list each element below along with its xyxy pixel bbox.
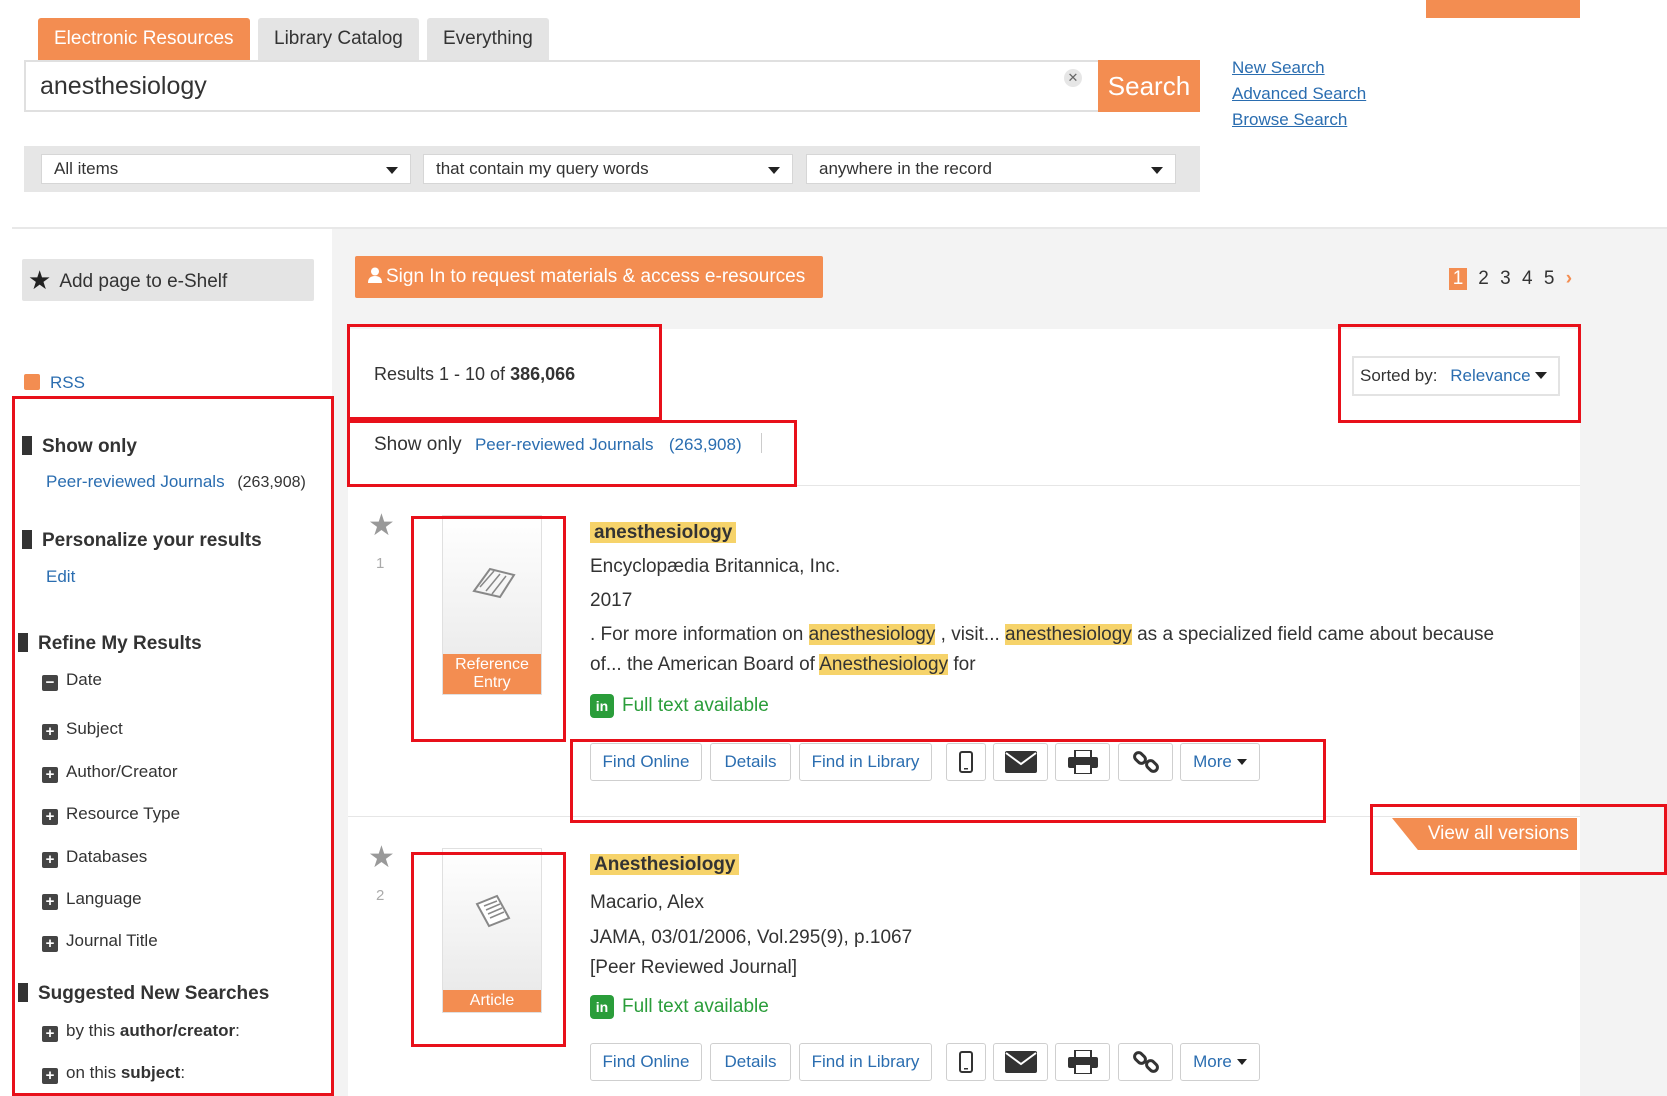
annotation-box-thumbnail-1 [411,516,566,742]
annotation-box-sidebar [12,396,334,1096]
result-title[interactable]: anesthesiology [590,522,737,544]
tab-everything[interactable]: Everything [427,18,549,60]
snippet-highlight: Anesthesiology [819,654,949,675]
result-title[interactable]: Anesthesiology [590,854,740,876]
search-input[interactable]: anesthesiology ✕ [24,60,1100,112]
annotation-box-view-all [1370,804,1667,875]
rss-icon [24,374,40,390]
chevron-down-icon [386,167,398,174]
page-2[interactable]: 2 [1478,268,1489,289]
user-menu-button[interactable] [1426,0,1580,18]
more-label: More [1193,1052,1232,1071]
tab-library-catalog[interactable]: Library Catalog [258,18,419,60]
fulltext-icon: in [590,694,614,718]
page-1[interactable]: 1 [1449,268,1467,290]
eshelf-label: Add page to e-Shelf [59,271,228,292]
full-text-status[interactable]: in Full text available [590,995,769,1019]
search-filters: All items that contain my query words an… [24,146,1200,192]
snippet-text: for [953,654,976,675]
result-title-text: anesthesiology [590,522,737,543]
add-to-eshelf-button[interactable]: ★ Add page to e-Shelf [22,259,314,301]
pagination: 1 2 3 4 5 › [1449,268,1572,290]
sign-in-button[interactable]: Sign In to request materials & access e-… [355,256,823,298]
advanced-search-link[interactable]: Advanced Search [1232,84,1366,104]
print-icon[interactable] [1055,1043,1110,1081]
field-select-value: anywhere in the record [819,159,992,178]
annotation-box-sort [1338,324,1581,423]
result-number: 2 [376,887,385,904]
search-button[interactable]: Search [1098,60,1200,112]
clear-icon[interactable]: ✕ [1064,69,1082,87]
snippet-text: of... the American Board of [590,654,815,675]
snippet-text: . For more information on [590,624,804,645]
annotation-box-actions [570,739,1326,823]
link-icon[interactable] [1118,1043,1173,1081]
star-icon[interactable]: ★ [368,508,395,543]
snippet-text: , visit... [940,624,1000,645]
user-icon [368,257,382,299]
result-year: 2017 [590,590,633,611]
chevron-down-icon [1151,167,1163,174]
rss-link[interactable]: RSS [24,373,85,393]
result-author: Macario, Alex [590,892,705,913]
star-icon: ★ [28,265,52,295]
snippet-highlight: anesthesiology [1005,624,1132,645]
full-text-label: Full text available [622,996,769,1017]
snippet-highlight: anesthesiology [808,624,936,645]
annotation-box-thumbnail-2 [411,852,566,1047]
sign-in-label: Sign In to request materials & access e-… [386,266,806,287]
details-button[interactable]: Details [710,1043,791,1081]
result-snippet: . For more information on anesthesiology… [590,624,1494,646]
more-button[interactable]: More [1180,1043,1260,1081]
find-in-library-button[interactable]: Find in Library [799,1043,932,1081]
full-text-status[interactable]: in Full text available [590,694,769,718]
mobile-icon[interactable] [946,1043,986,1081]
browse-search-link[interactable]: Browse Search [1232,110,1366,130]
search-links: New Search Advanced Search Browse Search [1232,58,1366,130]
full-text-label: Full text available [622,695,769,716]
rss-label: RSS [50,373,85,392]
annotation-box-results-count [347,324,662,420]
match-select[interactable]: that contain my query words [423,154,793,184]
page-4[interactable]: 4 [1522,268,1533,289]
result-note: [Peer Reviewed Journal] [590,957,797,978]
page-5[interactable]: 5 [1544,268,1555,289]
snippet-text: as a specialized field came about becaus… [1137,624,1495,645]
result-title-text: Anesthesiology [590,854,740,875]
scope-select-value: All items [54,159,119,178]
annotation-box-show-only [347,420,797,487]
search-query-text: anesthesiology [40,72,207,100]
result-publisher: Encyclopædia Britannica, Inc. [590,556,841,577]
field-select[interactable]: anywhere in the record [806,154,1176,184]
result-number: 1 [376,555,385,572]
match-select-value: that contain my query words [436,159,649,178]
star-icon[interactable]: ★ [368,840,395,875]
new-search-link[interactable]: New Search [1232,58,1366,78]
scope-select[interactable]: All items [41,154,411,184]
fulltext-icon: in [590,995,614,1019]
chevron-down-icon [768,167,780,174]
chevron-right-icon[interactable]: › [1566,268,1572,289]
result-snippet: of... the American Board of Anesthesiolo… [590,654,976,676]
caret-down-icon [1236,1059,1247,1065]
page-3[interactable]: 3 [1500,268,1511,289]
tab-electronic-resources[interactable]: Electronic Resources [38,18,250,60]
find-online-button[interactable]: Find Online [590,1043,702,1081]
result-source: JAMA, 03/01/2006, Vol.295(9), p.1067 [590,927,913,948]
email-icon[interactable] [993,1043,1048,1081]
